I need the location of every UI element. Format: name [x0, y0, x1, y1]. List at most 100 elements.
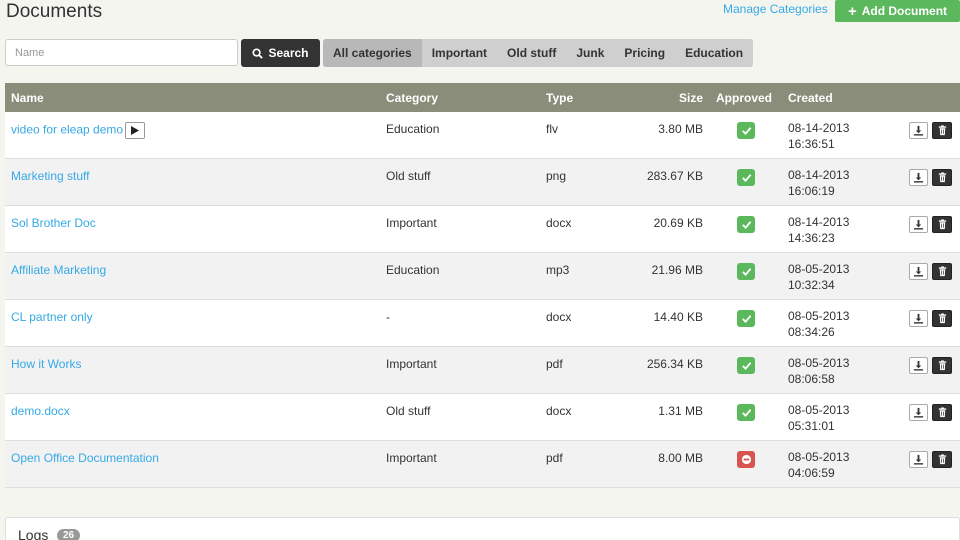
document-name-link[interactable]: video for eleap demo	[11, 123, 123, 137]
column-header-approved[interactable]: Approved	[716, 91, 772, 105]
page-title: Documents	[6, 1, 103, 22]
table-row: Open Office Documentation Important pdf 8.0…	[5, 441, 960, 488]
delete-button[interactable]	[932, 404, 952, 421]
download-icon	[913, 172, 924, 183]
download-button[interactable]	[909, 122, 928, 139]
delete-button[interactable]	[932, 169, 952, 186]
search-label: Search	[268, 46, 309, 60]
category-button[interactable]: Education	[675, 39, 754, 67]
document-name-link[interactable]: Marketing stuff	[11, 169, 89, 183]
download-icon	[913, 266, 924, 277]
logs-count-badge: 26	[57, 529, 81, 540]
created-date: 08-05-2013	[788, 403, 850, 417]
row-actions	[909, 216, 952, 233]
column-header-type[interactable]: Type	[546, 91, 573, 105]
document-name-cell: How it Works	[11, 357, 81, 371]
table-row: Affiliate Marketing Education mp3 21.96 MB 0…	[5, 253, 960, 300]
document-name-cell: Affiliate Marketing	[11, 263, 106, 277]
created-cell: 08-05-2013 04:06:59	[788, 449, 849, 481]
search-button[interactable]: Search	[241, 39, 320, 67]
delete-button[interactable]	[932, 451, 952, 468]
category-button[interactable]: Important	[421, 39, 498, 67]
add-document-button[interactable]: + Add Document	[835, 0, 960, 22]
type-cell: mp3	[546, 263, 570, 277]
download-icon	[913, 454, 924, 465]
column-header-size[interactable]: Size	[679, 91, 703, 105]
created-cell: 08-14-2013 14:36:23	[788, 214, 849, 246]
document-name-cell: Marketing stuff	[11, 169, 89, 183]
created-time: 08:34:26	[788, 325, 835, 339]
table-header: Name Category Type Size Approved Created	[5, 83, 960, 112]
size-cell: 8.00 MB	[658, 451, 703, 465]
trash-icon	[937, 266, 948, 277]
download-icon	[913, 313, 924, 324]
approved-check-icon[interactable]	[737, 310, 755, 327]
approved-check-icon[interactable]	[737, 263, 755, 280]
created-time: 16:36:51	[788, 137, 835, 151]
rejected-icon[interactable]	[737, 451, 755, 468]
row-actions	[909, 169, 952, 186]
download-button[interactable]	[909, 451, 928, 468]
column-header-category[interactable]: Category	[386, 91, 438, 105]
play-button[interactable]	[125, 122, 146, 139]
trash-icon	[937, 125, 948, 136]
table-row: video for eleap demo Education flv 3.80 MB 0…	[5, 112, 960, 159]
category-button[interactable]: Old stuff	[497, 39, 567, 67]
category-cell: Education	[386, 122, 440, 136]
delete-button[interactable]	[932, 357, 952, 374]
category-cell: Old stuff	[386, 169, 431, 183]
logs-panel: Logs 26	[5, 517, 960, 540]
document-name-link[interactable]: Open Office Documentation	[11, 451, 159, 465]
delete-button[interactable]	[932, 216, 952, 233]
download-button[interactable]	[909, 404, 928, 421]
created-time: 14:36:23	[788, 231, 835, 245]
created-cell: 08-05-2013 08:06:58	[788, 355, 849, 387]
delete-button[interactable]	[932, 263, 952, 280]
download-button[interactable]	[909, 310, 928, 327]
download-button[interactable]	[909, 169, 928, 186]
approved-check-icon[interactable]	[737, 357, 755, 374]
type-cell: docx	[546, 310, 572, 324]
add-document-label: Add Document	[861, 4, 948, 18]
category-button[interactable]: Pricing	[614, 39, 676, 67]
manage-categories-link[interactable]: Manage Categories	[723, 2, 828, 16]
approved-check-icon[interactable]	[737, 169, 755, 186]
download-button[interactable]	[909, 357, 928, 374]
document-name-link[interactable]: Affiliate Marketing	[11, 263, 106, 277]
document-name-link[interactable]: Sol Brother Doc	[11, 216, 96, 230]
delete-button[interactable]	[932, 122, 952, 139]
category-button[interactable]: Junk	[566, 39, 615, 67]
approved-check-icon[interactable]	[737, 216, 755, 233]
size-cell: 283.67 KB	[646, 169, 703, 183]
created-date: 08-14-2013	[788, 215, 850, 229]
column-header-created[interactable]: Created	[788, 91, 833, 105]
created-date: 08-05-2013	[788, 450, 850, 464]
category-button[interactable]: All categories	[323, 39, 422, 67]
row-actions	[909, 357, 952, 374]
row-actions	[909, 404, 952, 421]
document-name-link[interactable]: How it Works	[11, 357, 81, 371]
created-cell: 08-14-2013 16:06:19	[788, 167, 849, 199]
document-name-link[interactable]: CL partner only	[11, 310, 93, 324]
created-cell: 08-05-2013 08:34:26	[788, 308, 849, 340]
document-name-link[interactable]: demo.docx	[11, 404, 70, 418]
delete-button[interactable]	[932, 310, 952, 327]
column-header-name[interactable]: Name	[11, 91, 44, 105]
document-name-cell: Open Office Documentation	[11, 451, 159, 465]
table-row: Sol Brother Doc Important docx 20.69 KB 08-1…	[5, 206, 960, 253]
type-cell: pdf	[546, 357, 563, 371]
trash-icon	[937, 219, 948, 230]
approved-check-icon[interactable]	[737, 404, 755, 421]
table-row: demo.docx Old stuff docx 1.31 MB 08-05-2013 0…	[5, 394, 960, 441]
row-actions	[909, 451, 952, 468]
type-cell: flv	[546, 122, 558, 136]
approved-check-icon[interactable]	[737, 122, 755, 139]
search-input[interactable]	[5, 39, 238, 66]
created-time: 05:31:01	[788, 419, 835, 433]
download-button[interactable]	[909, 263, 928, 280]
created-date: 08-05-2013	[788, 262, 850, 276]
download-button[interactable]	[909, 216, 928, 233]
category-cell: Important	[386, 451, 437, 465]
logs-title: Logs	[18, 527, 49, 540]
created-date: 08-14-2013	[788, 168, 850, 182]
